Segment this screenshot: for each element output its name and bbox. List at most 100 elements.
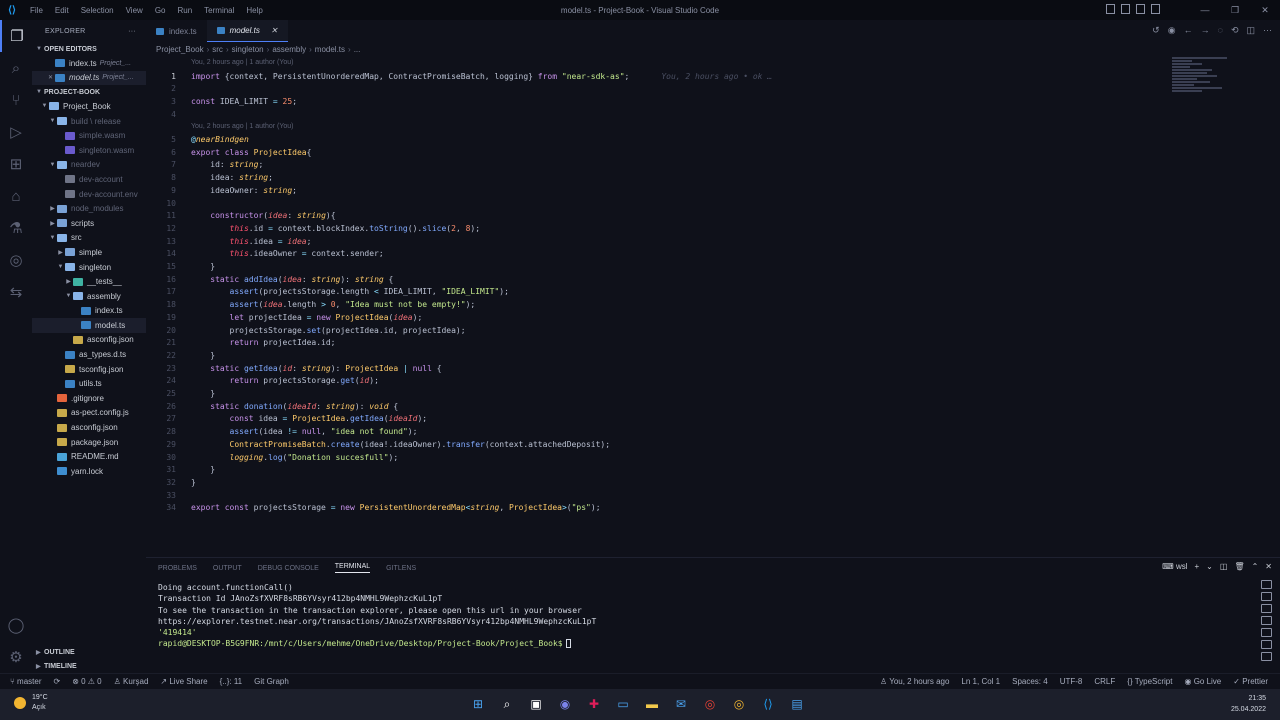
notepad-icon[interactable]: ▤ [787,694,807,714]
code-line[interactable]: 32} [146,477,1186,490]
tree-file[interactable]: package.json [32,435,146,450]
panel-tab-terminal[interactable]: TERMINAL [334,563,371,573]
tree-file[interactable]: .gitignore [32,391,146,406]
codelens-authors[interactable]: You, 2 hours ago | 1 author (You) [191,123,294,130]
timeline-header[interactable]: ▶ TIMELINE [32,659,146,673]
encoding[interactable]: UTF-8 [1060,677,1083,686]
git-compare-icon[interactable]: ◉ [1168,25,1176,36]
blame-status[interactable]: ♙ You, 2 hours ago [880,677,949,686]
account-icon[interactable]: ◯ [0,609,32,641]
tree-file[interactable]: singleton.wasm [32,143,146,158]
terminal-instance-icon[interactable] [1261,628,1272,637]
code-line[interactable]: 9 ideaOwner: string; [146,185,1186,198]
code-line[interactable]: 16 static addIdea(idea: string): string … [146,274,1186,287]
breadcrumb-item[interactable]: ... [354,45,361,54]
toggle-secondary-sidebar-icon[interactable] [1136,4,1145,14]
code-line[interactable]: 19 let projectIdea = new ProjectIdea(ide… [146,312,1186,325]
cursor-position[interactable]: Ln 1, Col 1 [961,677,1000,686]
code-line[interactable]: 3 const IDEA_LIMIT = 25; [146,96,1186,109]
code-line[interactable]: 28 assert(idea != null, "idea not found"… [146,426,1186,439]
code-line[interactable]: 31 } [146,464,1186,477]
git-graph-status[interactable]: Git Graph [254,677,289,686]
gitlens-icon[interactable]: ◎ [0,244,32,276]
customize-layout-icon[interactable] [1151,4,1160,14]
code-line[interactable]: 12 this.id = context.blockIndex.toString… [146,223,1186,236]
toggle-panel-icon[interactable] [1121,4,1130,14]
tree-file[interactable]: README.md [32,449,146,464]
code-line[interactable]: 4 [146,109,1186,122]
menu-item-edit[interactable]: Edit [49,6,75,15]
remote-explorer-icon[interactable]: ⌂ [0,180,32,212]
code-line[interactable]: 24 return projectsStorage.get(id); [146,375,1186,388]
close-tab-icon[interactable]: ✕ [271,26,278,35]
tree-file[interactable]: asconfig.json [32,420,146,435]
tree-file[interactable]: as-pect.config.js [32,406,146,421]
menu-item-view[interactable]: View [120,6,149,15]
code-line[interactable]: 20 projectsStorage.set(projectIdea.id, p… [146,325,1186,338]
open-editors-header[interactable]: ▼ OPEN EDITORS [32,42,146,56]
outline-header[interactable]: ▶ OUTLINE [32,645,146,659]
tree-folder[interactable]: ▼ src [32,231,146,246]
monitor-icon[interactable]: ▭ [613,694,633,714]
close-icon[interactable]: ✕ [46,74,55,81]
tab-index-ts[interactable]: index.ts [146,20,207,42]
terminal-instance-icon[interactable] [1261,616,1272,625]
code-line[interactable]: 34 export const projectsStorage = new Per… [146,502,1186,515]
menu-item-go[interactable]: Go [149,6,172,15]
code-line[interactable]: 6 export class ProjectIdea{ [146,147,1186,160]
breadcrumb-item[interactable]: singleton [232,45,264,54]
sync-icon[interactable]: ⟳ [53,677,60,686]
split-editor-icon[interactable]: ◫ [1246,25,1255,36]
toggle-sidebar-icon[interactable] [1106,4,1115,14]
extensions-icon[interactable]: ⊞ [0,148,32,180]
new-terminal-icon[interactable]: + [1195,562,1200,571]
remote-icon[interactable]: ⇆ [0,276,32,308]
code-line[interactable]: 17 assert(projectsStorage.length < IDEA_… [146,286,1186,299]
open-editor-item[interactable]: ✕ model.ts Project_... [32,70,146,86]
code-line[interactable]: 2 [146,83,1186,96]
kill-terminal-icon[interactable]: 🗑 [1234,562,1244,571]
code-line[interactable]: 22 } [146,350,1186,363]
code-editor[interactable]: You, 2 hours ago | 1 author (You) You, 2… [146,57,1280,553]
panel-tab-debug-console[interactable]: DEBUG CONSOLE [258,565,319,572]
weather-widget[interactable]: 19°C Açık [14,693,48,713]
code-line[interactable]: 33 [146,490,1186,503]
terminal-instance-icon[interactable] [1261,604,1272,613]
menu-item-terminal[interactable]: Terminal [198,6,240,15]
history-icon[interactable]: ↺ [1152,25,1160,36]
explorer-icon[interactable]: ❐ [0,20,32,52]
minimap[interactable] [1172,57,1232,107]
tree-file[interactable]: simple.wasm [32,128,146,143]
source-control-icon[interactable]: ⑂ [0,84,32,116]
terminal-instance-icon[interactable] [1261,592,1272,601]
code-line[interactable]: 11 constructor(idea: string){ [146,210,1186,223]
user-status[interactable]: ♙ Kurşad [114,677,149,686]
more-actions-icon[interactable]: ··· [128,28,136,35]
run-debug-icon[interactable]: ▷ [0,116,32,148]
task-view-icon[interactable]: ▣ [526,694,546,714]
tree-file[interactable]: model.ts [32,318,146,333]
go-live-button[interactable]: ◉ Go Live [1184,677,1221,686]
problems-status[interactable]: ⊗ 0 ⚠ 0 [72,677,101,686]
menu-item-help[interactable]: Help [240,6,268,15]
tree-folder[interactable]: ▼ singleton [32,260,146,275]
tree-folder[interactable]: ▼ build \ release [32,114,146,129]
code-line[interactable]: 7 id: string; [146,159,1186,172]
code-line[interactable]: 13 this.idea = idea; [146,236,1186,249]
toggle-blame-icon[interactable]: ◌ [1218,25,1223,36]
breadcrumb-item[interactable]: model.ts [315,45,345,54]
minimize-icon[interactable]: — [1190,0,1220,20]
vscode-icon[interactable]: ⟨⟩ [758,694,778,714]
code-line[interactable]: 5 @nearBindgen [146,134,1186,147]
previous-change-icon[interactable]: ← [1184,25,1193,36]
breadcrumb-item[interactable]: Project_Book [156,45,204,54]
code-line[interactable]: 15 } [146,261,1186,274]
restore-icon[interactable]: ❐ [1220,0,1250,20]
panel-tab-output[interactable]: OUTPUT [213,565,242,572]
terminal-link[interactable]: https://explorer.testnet.near.org/transa… [158,616,596,627]
file-explorer-icon[interactable]: ▬ [642,694,662,714]
breadcrumb-item[interactable]: src [212,45,223,54]
tree-file[interactable]: tsconfig.json [32,362,146,377]
tree-file[interactable]: index.ts [32,304,146,319]
chat-icon[interactable]: ◉ [555,694,575,714]
